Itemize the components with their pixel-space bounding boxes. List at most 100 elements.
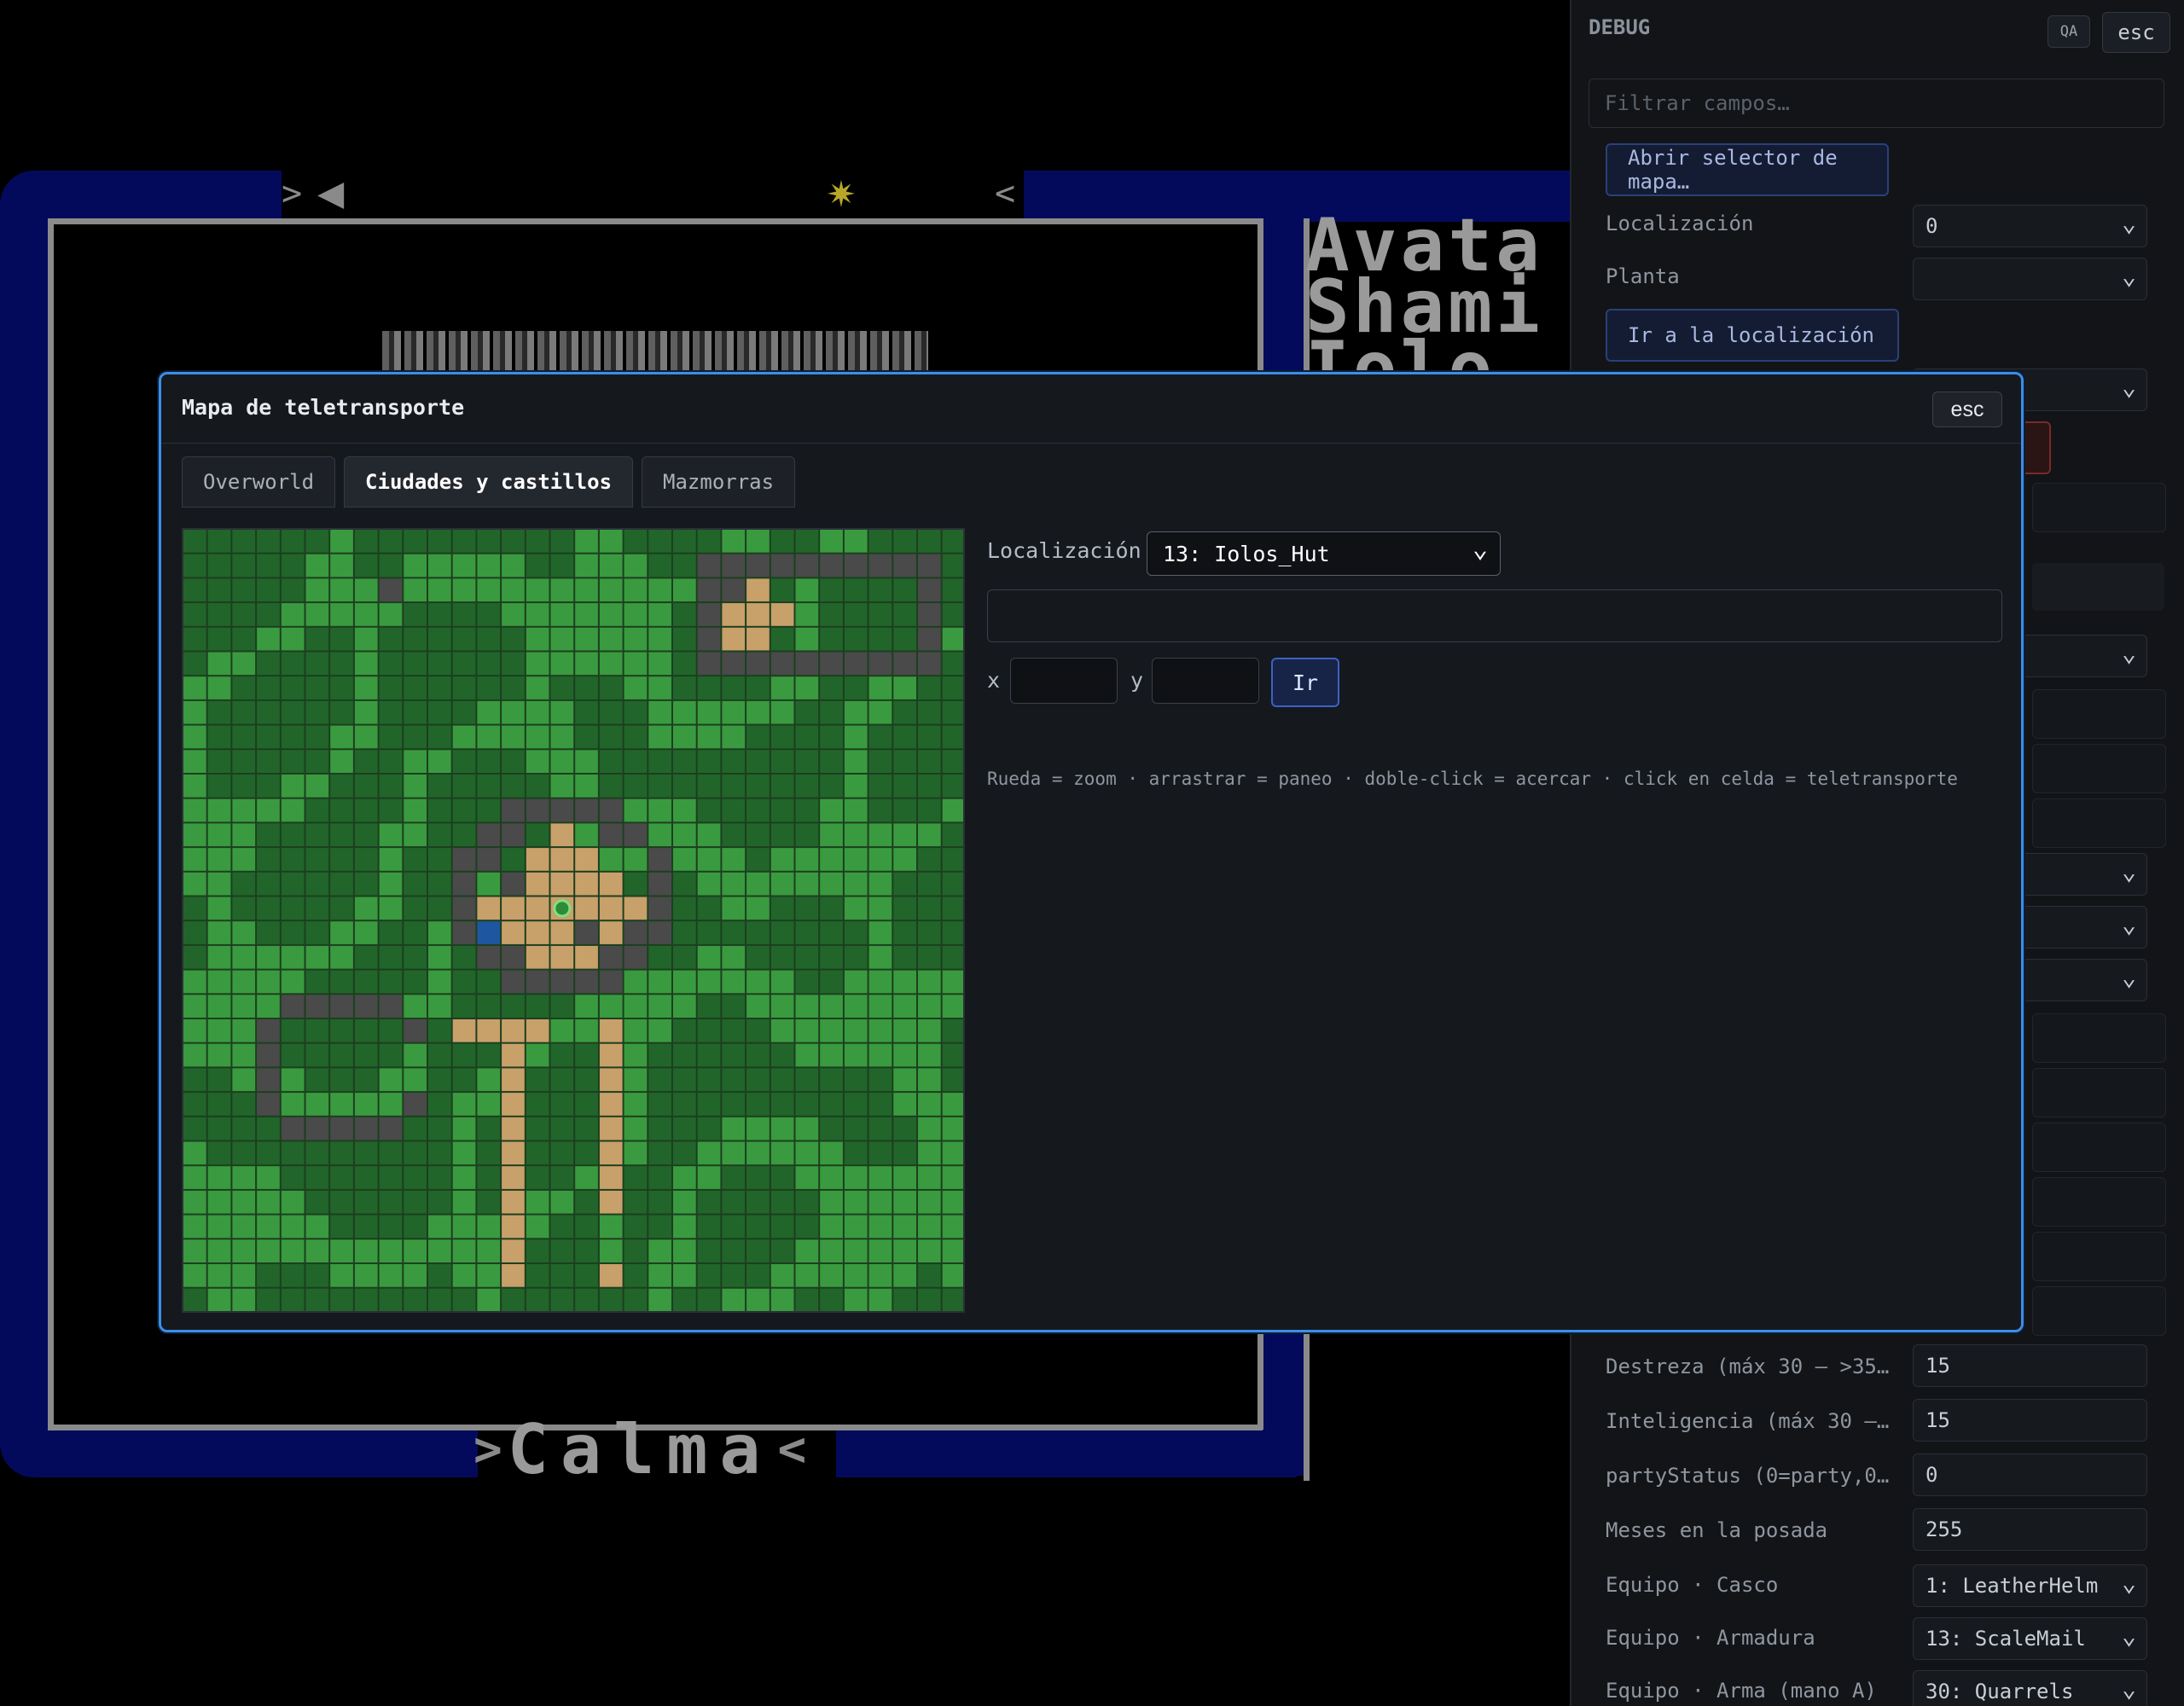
map-cell-forest[interactable] xyxy=(281,1264,305,1287)
map-cell-forest[interactable] xyxy=(452,945,476,969)
map-cell-grass[interactable] xyxy=(232,1043,256,1067)
map-cell-forest[interactable] xyxy=(795,1093,819,1116)
map-cell-forest[interactable] xyxy=(404,676,427,699)
map-cell-forest[interactable] xyxy=(305,700,329,724)
map-cell-grass[interactable] xyxy=(844,725,868,749)
map-cell-forest[interactable] xyxy=(942,775,965,798)
map-cell-forest[interactable] xyxy=(526,1117,549,1140)
map-cell-forest[interactable] xyxy=(354,1288,378,1312)
map-cell-grass[interactable] xyxy=(428,970,451,994)
map-cell-forest[interactable] xyxy=(893,725,916,749)
map-cell-forest[interactable] xyxy=(550,1215,574,1239)
map-cell-forest[interactable] xyxy=(918,700,941,724)
map-cell-forest[interactable] xyxy=(697,676,721,699)
map-cell-forest[interactable] xyxy=(183,530,206,553)
map-cell-forest[interactable] xyxy=(477,750,501,773)
map-cell-grass[interactable] xyxy=(673,700,696,724)
map-cell-grass[interactable] xyxy=(183,725,206,749)
map-cell-grass[interactable] xyxy=(526,676,549,699)
goto-location-button[interactable]: Ir a la localización xyxy=(1606,309,1899,362)
map-cell-grass[interactable] xyxy=(893,995,916,1018)
map-cell-wall[interactable] xyxy=(526,798,549,822)
map-cell-forest[interactable] xyxy=(770,775,794,798)
map-cell-grass[interactable] xyxy=(599,995,623,1018)
map-cell-wall[interactable] xyxy=(918,578,941,602)
map-cell-grass[interactable] xyxy=(746,1288,770,1312)
qa-chip[interactable]: QA xyxy=(2048,15,2090,48)
map-cell-forest[interactable] xyxy=(477,1117,501,1140)
map-cell-forest[interactable] xyxy=(207,603,231,626)
map-cell-forest[interactable] xyxy=(673,1043,696,1067)
map-cell-forest[interactable] xyxy=(942,872,965,896)
map-cell-forest[interactable] xyxy=(452,970,476,994)
map-cell-forest[interactable] xyxy=(207,700,231,724)
map-cell-grass[interactable] xyxy=(575,1166,598,1189)
map-cell-forest[interactable] xyxy=(379,530,403,553)
map-cell-grass[interactable] xyxy=(795,676,819,699)
dialog-close-button[interactable]: esc xyxy=(1932,392,2002,427)
map-cell-forest[interactable] xyxy=(452,1288,476,1312)
map-cell-grass[interactable] xyxy=(257,1239,280,1262)
map-cell-forest[interactable] xyxy=(673,945,696,969)
map-cell-grass[interactable] xyxy=(526,652,549,676)
map-cell-forest[interactable] xyxy=(502,652,525,676)
map-cell-grass[interactable] xyxy=(770,1288,794,1312)
map-cell-forest[interactable] xyxy=(820,750,843,773)
map-cell-forest[interactable] xyxy=(183,1288,206,1312)
map-cell-forest[interactable] xyxy=(746,1166,770,1189)
map-cell-grass[interactable] xyxy=(207,1264,231,1287)
map-cell-grass[interactable] xyxy=(232,823,256,847)
map-cell-forest[interactable] xyxy=(354,530,378,553)
map-cell-floor[interactable] xyxy=(526,872,549,896)
map-cell-forest[interactable] xyxy=(379,1019,403,1042)
map-cell-forest[interactable] xyxy=(526,1068,549,1092)
map-cell-wall[interactable] xyxy=(550,798,574,822)
map-cell-grass[interactable] xyxy=(281,970,305,994)
map-cell-forest[interactable] xyxy=(330,823,353,847)
map-cell-wall[interactable] xyxy=(404,1019,427,1042)
map-cell-forest[interactable] xyxy=(575,1239,598,1262)
map-cell-floor[interactable] xyxy=(599,1264,623,1287)
map-cell-wall[interactable] xyxy=(918,652,941,676)
map-cell-forest[interactable] xyxy=(795,1288,819,1312)
map-cell-grass[interactable] xyxy=(770,676,794,699)
map-cell-wall[interactable] xyxy=(477,823,501,847)
map-cell-floor[interactable] xyxy=(502,1043,525,1067)
map-cell-grass[interactable] xyxy=(207,995,231,1018)
map-cell-forest[interactable] xyxy=(820,725,843,749)
map-cell-grass[interactable] xyxy=(673,578,696,602)
map-cell-grass[interactable] xyxy=(648,652,671,676)
map-cell-forest[interactable] xyxy=(452,627,476,651)
map-cell-grass[interactable] xyxy=(305,945,329,969)
map-cell-forest[interactable] xyxy=(526,775,549,798)
map-cell-grass[interactable] xyxy=(648,1239,671,1262)
map-cell-forest[interactable] xyxy=(257,554,280,577)
map-cell-forest[interactable] xyxy=(526,530,549,553)
map-cell-forest[interactable] xyxy=(232,1141,256,1165)
map-cell-forest[interactable] xyxy=(502,848,525,871)
map-cell-forest[interactable] xyxy=(305,970,329,994)
map-cell-forest[interactable] xyxy=(257,775,280,798)
map-cell-forest[interactable] xyxy=(404,1117,427,1140)
map-cell-grass[interactable] xyxy=(526,1190,549,1214)
map-cell-floor[interactable] xyxy=(502,1215,525,1239)
map-cell-forest[interactable] xyxy=(942,603,965,626)
map-cell-grass[interactable] xyxy=(257,945,280,969)
map-cell-forest[interactable] xyxy=(281,578,305,602)
map-cell-forest[interactable] xyxy=(428,1141,451,1165)
map-cell-forest[interactable] xyxy=(722,676,746,699)
map-cell-forest[interactable] xyxy=(379,970,403,994)
map-cell-wall[interactable] xyxy=(305,995,329,1018)
map-cell-grass[interactable] xyxy=(795,578,819,602)
map-cell-wall[interactable] xyxy=(648,921,671,944)
map-cell-forest[interactable] xyxy=(305,652,329,676)
map-cell-grass[interactable] xyxy=(844,775,868,798)
map-cell-forest[interactable] xyxy=(183,1117,206,1140)
map-cell-forest[interactable] xyxy=(673,1019,696,1042)
map-cell-wall[interactable] xyxy=(281,1117,305,1140)
map-cell-forest[interactable] xyxy=(722,995,746,1018)
map-cell-grass[interactable] xyxy=(502,603,525,626)
map-cell-forest[interactable] xyxy=(477,1166,501,1189)
map-cell-grass[interactable] xyxy=(868,897,892,920)
map-cell-forest[interactable] xyxy=(477,676,501,699)
